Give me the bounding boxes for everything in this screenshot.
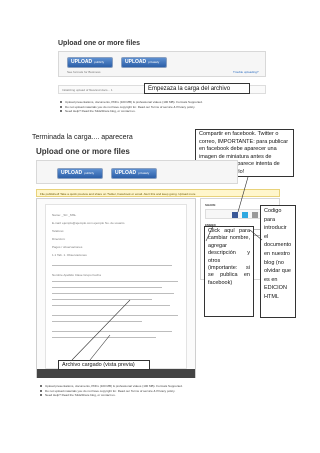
bullet-dot [40, 394, 42, 397]
bullet-item: Need Help? Read the SlideShare blog, or … [40, 393, 280, 398]
arrow-share [237, 176, 249, 213]
arrow-preview-2 [89, 334, 111, 361]
bullet-text: Need Help? Read the SlideShare blog, or … [45, 393, 116, 397]
bullet-text: Do not upload materials you do not have … [45, 388, 176, 393]
bullet-dot [40, 385, 42, 388]
arrow-edit [205, 225, 214, 242]
bullet-text: Upload presentations, documents, PDFs (1… [45, 384, 183, 388]
bottom-bullets: Upload presentations, documents, PDFs (1… [40, 384, 280, 398]
arrow-preview [71, 299, 131, 361]
bullet-dot [40, 389, 42, 392]
arrow-embed [249, 229, 263, 241]
